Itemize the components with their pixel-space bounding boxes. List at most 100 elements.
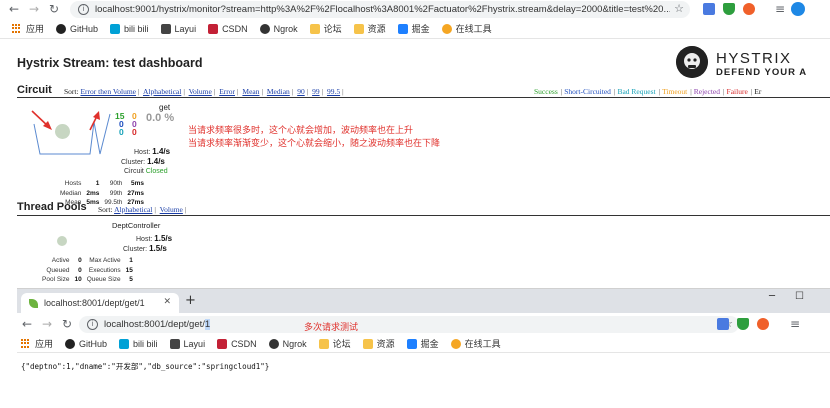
bookmark-item[interactable]: 掘金: [406, 337, 439, 350]
sort-option[interactable]: Mean: [242, 87, 259, 96]
stats-row: Active 0 Max Active 1: [42, 257, 136, 265]
translate-extension-icon[interactable]: [703, 3, 715, 15]
shield-extension-icon[interactable]: [723, 3, 735, 15]
stats-value: 0: [78, 266, 82, 274]
legend-item: Failure: [726, 87, 748, 96]
shield-extension-icon[interactable]: [737, 318, 749, 330]
stats-value: 1: [129, 257, 133, 264]
request-test-annotation: 多次请求测试: [304, 322, 359, 332]
bookmark-label: Layui: [174, 23, 197, 34]
tab-dept-get[interactable]: localhost:8001/dept/get/1 ✕: [21, 293, 179, 313]
bookmark-item[interactable]: bili bili: [119, 338, 158, 349]
bookmark-item[interactable]: GitHub: [56, 23, 98, 34]
bookmark-item[interactable]: 资源: [362, 337, 395, 350]
second-address-bar[interactable]: i localhost:8001/dept/get/1 多次请求测试 ☆: [79, 316, 739, 333]
translate-extension-icon[interactable]: [717, 318, 729, 330]
bookmark-item[interactable]: CSDN: [208, 23, 248, 34]
sort-option[interactable]: Alphabetical: [114, 205, 152, 214]
back-arrow-icon[interactable]: ←: [6, 1, 22, 17]
sort-option[interactable]: Median: [267, 87, 290, 96]
bookmark-label: 论坛: [323, 24, 342, 34]
bookmark-item[interactable]: 论坛: [318, 337, 351, 350]
bookmark-item[interactable]: 应用: [21, 337, 53, 350]
record-extension-icon[interactable]: [757, 318, 769, 330]
bookmark-label: bili bili: [124, 23, 149, 34]
host-rate-value: 1.4/s: [152, 147, 171, 156]
sort-option[interactable]: Error: [219, 87, 235, 96]
sort-option[interactable]: 99.5: [327, 87, 340, 96]
bookmark-item[interactable]: 应用: [12, 22, 44, 35]
sort-separator: |: [154, 205, 156, 214]
bookmark-item[interactable]: Ngrok: [268, 338, 307, 349]
sort-option[interactable]: Volume: [189, 87, 212, 96]
profile-avatar-icon[interactable]: [791, 2, 805, 16]
sort-label: Sort:: [64, 87, 79, 96]
address-url[interactable]: localhost:9001/hystrix/monitor?stream=ht…: [95, 4, 670, 15]
page-title: Hystrix Stream: test dashboard: [17, 56, 203, 70]
ngrok-icon: [259, 23, 270, 34]
bilibili-icon: [110, 23, 121, 34]
bookmark-label: 资源: [367, 24, 386, 34]
sort-separator: |: [138, 87, 140, 96]
circuit-sort: Sort: Error then Volume | Alphabetical | V…: [64, 87, 346, 96]
cluster-rate-value: 1.4/s: [147, 157, 165, 166]
sort-separator: |: [213, 87, 216, 96]
bookmark-label: 在线工具: [455, 24, 492, 34]
status-legend: Success | Short-Circuited | Bad Request | Time…: [534, 87, 762, 96]
hystrix-logo-icon: [676, 46, 708, 78]
bookmark-item[interactable]: 在线工具: [450, 337, 501, 350]
thread-pool-stats-table: Active 0 Max Active 1 Queued 0 Executions 15 Poo…: [40, 255, 138, 286]
reading-list-icon[interactable]: ≡: [772, 1, 788, 17]
forward-arrow-icon[interactable]: →: [39, 316, 55, 332]
maximize-icon[interactable]: ☐: [795, 291, 804, 302]
sort-option[interactable]: Volume: [160, 205, 183, 214]
sort-separator: |: [342, 87, 344, 96]
close-tab-icon[interactable]: ✕: [163, 297, 171, 307]
reload-icon[interactable]: ↻: [46, 1, 62, 17]
second-bookmarks-bar: 应用 GitHub bili bili Layui CSDN Ngrok 论坛 资源 掘金 在线工…: [17, 335, 830, 353]
record-extension-icon[interactable]: [743, 3, 755, 15]
forward-arrow-icon[interactable]: →: [26, 1, 42, 17]
juejin-icon: [406, 338, 417, 349]
bookmark-item[interactable]: 在线工具: [441, 22, 492, 35]
pool-cluster-rate-label: Cluster:: [123, 246, 148, 253]
juejin-icon: [397, 23, 408, 34]
minimize-icon[interactable]: ─: [769, 291, 775, 302]
stats-row: Queued 0 Executions 15: [42, 267, 136, 275]
info-icon[interactable]: i: [87, 319, 98, 330]
sort-option[interactable]: 90: [297, 87, 305, 96]
thread-pool-bubble: [57, 236, 67, 246]
bookmark-label: 应用: [26, 24, 45, 34]
sort-option[interactable]: Alphabetical: [143, 87, 181, 96]
bookmark-label: 资源: [376, 339, 395, 349]
count-bad-request: 0: [119, 127, 124, 137]
sort-option[interactable]: Error then Volume: [80, 87, 136, 96]
stats-value: 5: [129, 276, 133, 284]
bookmark-item[interactable]: Layui: [169, 338, 205, 349]
bookmark-star-icon[interactable]: ☆: [674, 2, 684, 15]
bookmark-item[interactable]: Layui: [160, 23, 197, 34]
host-rate: Host: 1.4/s: [134, 147, 170, 156]
url-prefix: localhost:8001/dept/get/: [104, 319, 205, 330]
stats-value: 2ms: [86, 189, 100, 197]
second-address-url[interactable]: localhost:8001/dept/get/1: [104, 319, 211, 330]
new-tab-icon[interactable]: +: [185, 293, 196, 308]
bookmark-item[interactable]: bili bili: [110, 23, 149, 34]
back-arrow-icon[interactable]: ←: [19, 316, 35, 332]
bookmark-item[interactable]: CSDN: [217, 338, 257, 349]
bookmark-item[interactable]: 资源: [353, 22, 386, 35]
reload-icon[interactable]: ↻: [59, 316, 75, 332]
bookmark-item[interactable]: GitHub: [65, 338, 107, 349]
stats-value: 27ms: [127, 189, 145, 197]
bookmark-item[interactable]: 论坛: [309, 22, 342, 35]
stats-row: Median 2ms 99th 27ms: [60, 190, 147, 198]
bookmark-item[interactable]: Ngrok: [259, 23, 298, 34]
pool-host-rate-label: Host:: [136, 236, 153, 243]
online-tools-icon: [450, 338, 461, 349]
address-bar[interactable]: i localhost:9001/hystrix/monitor?stream=…: [70, 1, 690, 18]
reading-list-icon[interactable]: ≡: [787, 316, 803, 332]
sort-option[interactable]: 99: [312, 87, 320, 96]
second-browser-window: localhost:8001/dept/get/1 ✕ + ─ ☐ ← → ↻ …: [17, 288, 830, 408]
info-icon[interactable]: i: [78, 4, 89, 15]
bookmark-item[interactable]: 掘金: [397, 22, 430, 35]
